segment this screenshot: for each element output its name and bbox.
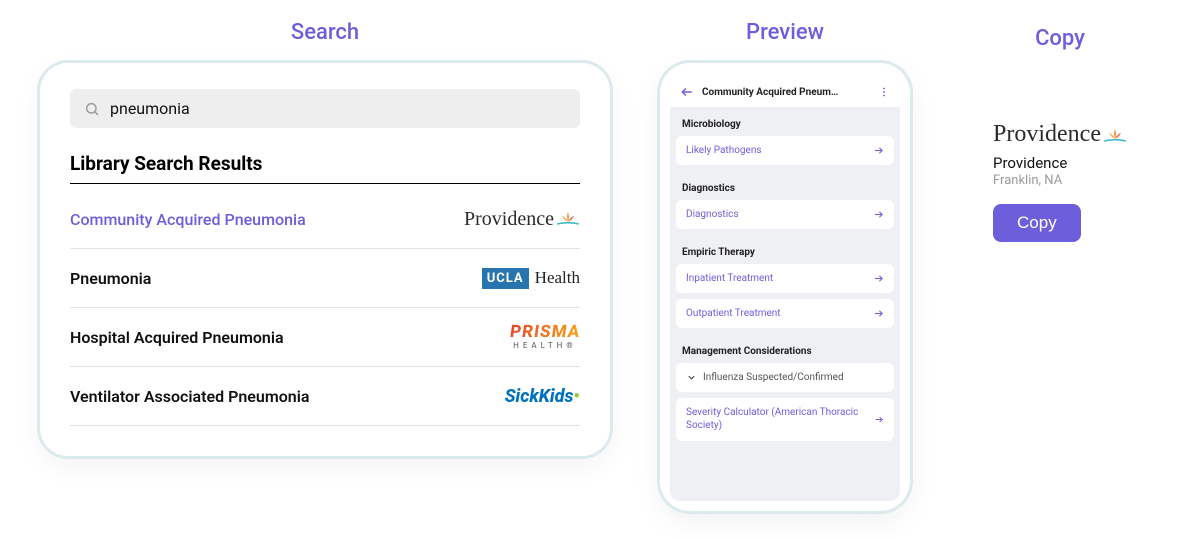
- results-header: Library Search Results: [70, 152, 580, 184]
- preview-expand-item[interactable]: Influenza Suspected/Confirmed: [676, 363, 894, 392]
- preview-item-label: Inpatient Treatment: [686, 273, 773, 284]
- preview-link-item[interactable]: Likely Pathogens: [676, 136, 894, 165]
- search-result-row[interactable]: Ventilator Associated Pneumonia SickKids•: [70, 367, 580, 426]
- preview-item-label: Influenza Suspected/Confirmed: [703, 372, 844, 383]
- copy-button[interactable]: Copy: [993, 204, 1081, 242]
- search-result-row[interactable]: Pneumonia UCLAHealth: [70, 249, 580, 308]
- preview-section-label: Management Considerations: [676, 334, 894, 363]
- copy-org-name: Providence: [993, 154, 1067, 172]
- lotus-icon: [556, 209, 580, 227]
- search-input[interactable]: pneumonia: [70, 89, 580, 128]
- preview-header: Community Acquired Pneum…: [670, 77, 900, 107]
- preview-item-label: Likely Pathogens: [686, 145, 762, 156]
- sickkids-logo: SickKids•: [505, 386, 580, 407]
- lotus-icon: [1103, 126, 1127, 144]
- providence-logo: Providence: [993, 121, 1127, 148]
- preview-link-item[interactable]: Outpatient Treatment: [676, 299, 894, 328]
- preview-section-label: Diagnostics: [676, 171, 894, 200]
- search-result-title: Ventilator Associated Pneumonia: [70, 387, 309, 406]
- back-icon[interactable]: [680, 85, 694, 99]
- search-result-title: Pneumonia: [70, 269, 151, 288]
- preview-item-label: Outpatient Treatment: [686, 308, 781, 319]
- preview-section-label: Microbiology: [676, 107, 894, 136]
- arrow-right-icon: [873, 209, 884, 220]
- arrow-right-icon: [873, 145, 884, 156]
- preview-link-item[interactable]: Inpatient Treatment: [676, 264, 894, 293]
- preview-section-label: Empiric Therapy: [676, 235, 894, 264]
- search-input-value: pneumonia: [110, 99, 190, 118]
- ucla-health-logo: UCLAHealth: [482, 268, 580, 289]
- search-panel: pneumonia Library Search Results Communi…: [40, 63, 610, 456]
- search-result-row[interactable]: Community Acquired Pneumonia Providence: [70, 190, 580, 249]
- search-result-row[interactable]: Hospital Acquired Pneumonia PRISMAHEALTH®: [70, 308, 580, 367]
- preview-link-item[interactable]: Diagnostics: [676, 200, 894, 229]
- copy-org-location: Franklin, NA: [993, 173, 1062, 188]
- preview-item-label: Severity Calculator (American Thoracic S…: [686, 407, 874, 432]
- chevron-down-icon: [686, 372, 697, 383]
- prisma-health-logo: PRISMAHEALTH®: [510, 324, 580, 350]
- preview-link-item[interactable]: Severity Calculator (American Thoracic S…: [676, 398, 894, 441]
- search-result-title: Community Acquired Pneumonia: [70, 210, 306, 229]
- arrow-right-icon: [873, 308, 884, 319]
- providence-logo: Providence: [464, 208, 580, 231]
- arrow-right-icon: [874, 414, 884, 425]
- preview-title: Community Acquired Pneum…: [702, 87, 870, 98]
- column-title-preview: Preview: [746, 20, 824, 45]
- column-title-search: Search: [291, 20, 359, 45]
- kebab-icon[interactable]: [878, 85, 890, 99]
- column-title-copy: Copy: [1035, 26, 1085, 51]
- arrow-right-icon: [873, 273, 884, 284]
- search-icon: [84, 101, 100, 117]
- search-result-title: Hospital Acquired Pneumonia: [70, 328, 284, 347]
- preview-phone: Community Acquired Pneum… Microbiology Li…: [660, 63, 910, 511]
- preview-item-label: Diagnostics: [686, 209, 739, 220]
